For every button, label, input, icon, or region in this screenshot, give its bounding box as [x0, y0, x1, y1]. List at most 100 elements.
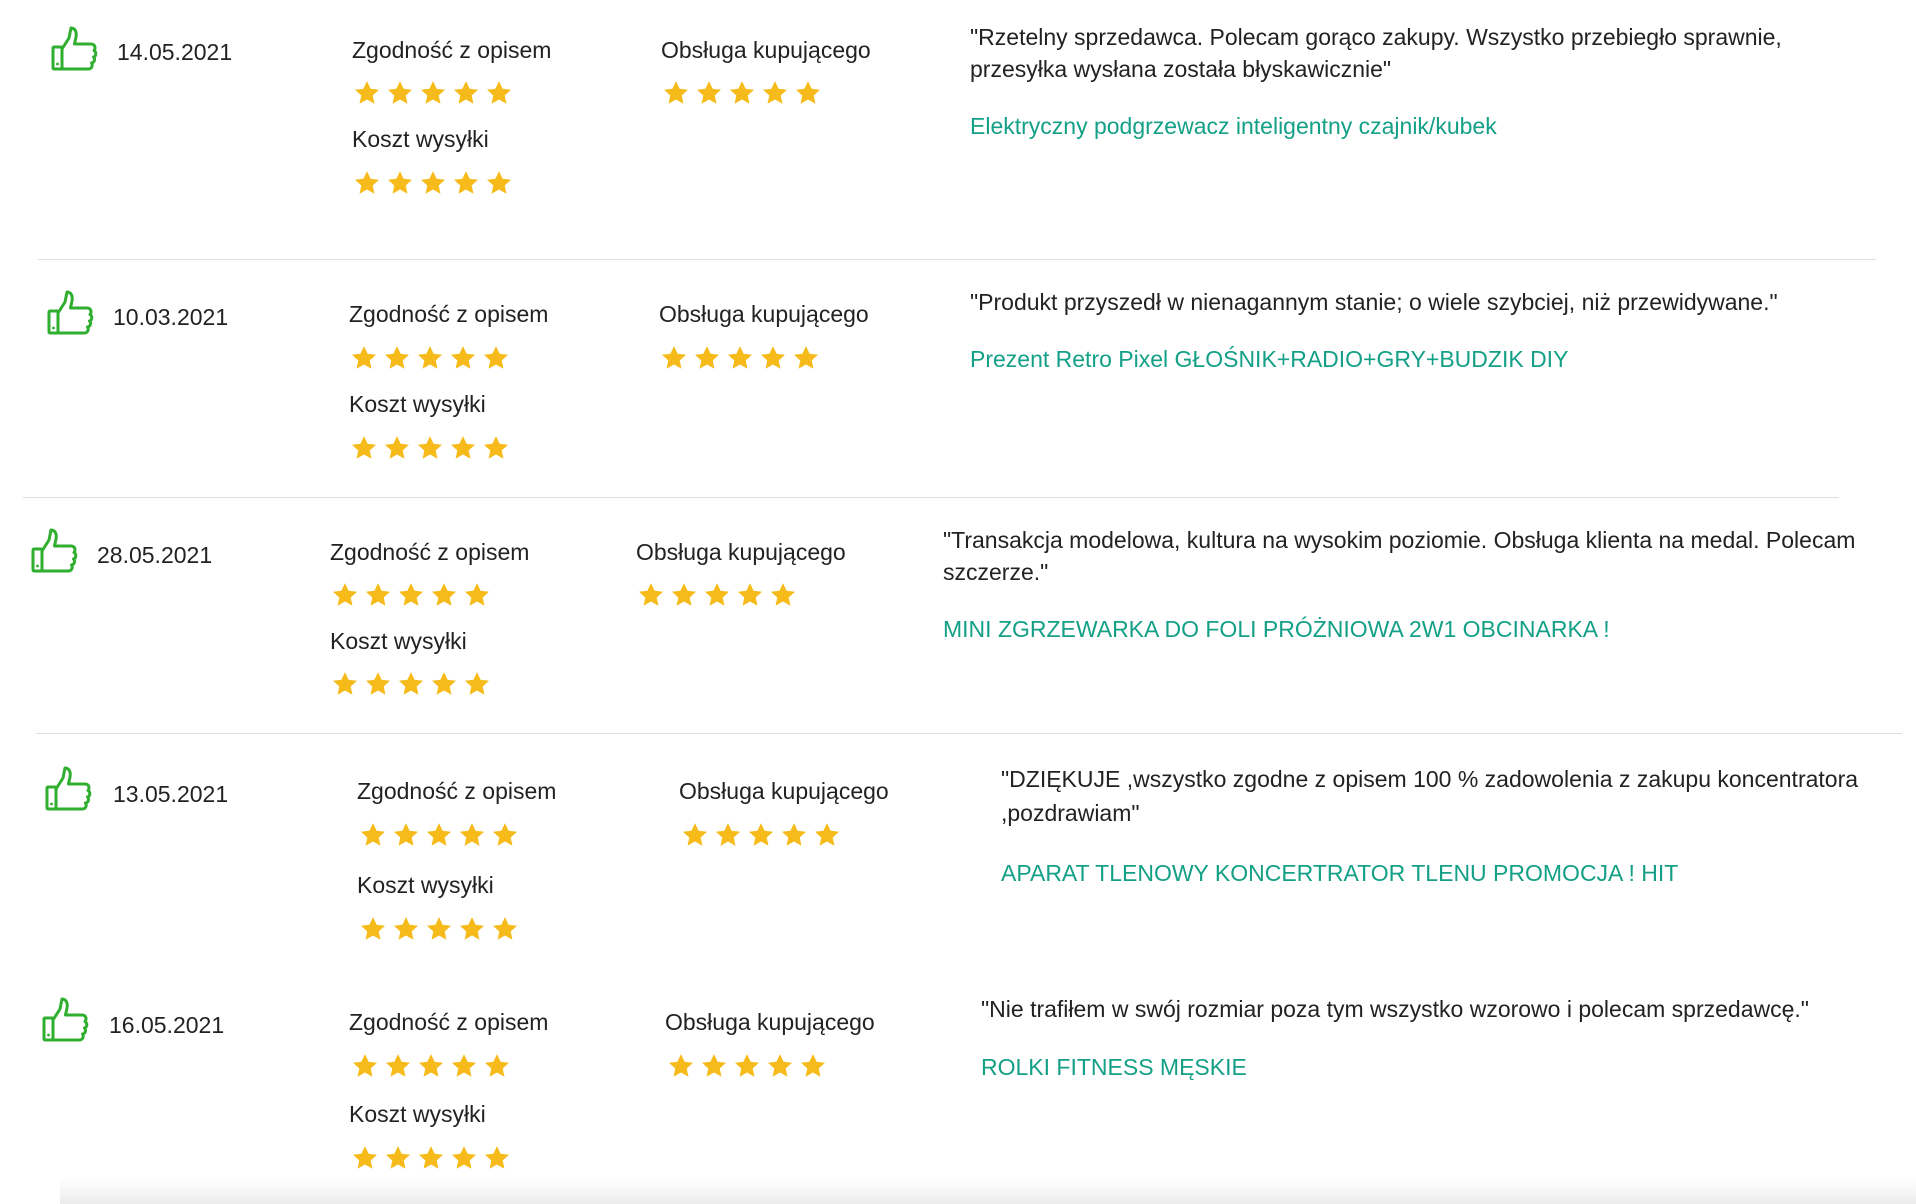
shipping-cost-label: Koszt wysyłki [349, 391, 486, 417]
shipping-cost-label: Koszt wysyłki [352, 126, 489, 152]
star-icon [350, 344, 378, 372]
star-icon [483, 1144, 511, 1172]
star-icon [482, 434, 510, 462]
star-icon [662, 79, 690, 107]
star-icon [458, 915, 486, 943]
star-icon [463, 670, 491, 698]
thumb-up-icon [44, 764, 94, 814]
star-icon [331, 670, 359, 698]
star-icon [351, 1052, 379, 1080]
star-icon [761, 79, 789, 107]
description-match-stars [353, 79, 518, 111]
star-icon [425, 915, 453, 943]
star-icon [353, 79, 381, 107]
star-icon [359, 915, 387, 943]
review-date: 10.03.2021 [113, 304, 229, 330]
star-icon [813, 821, 841, 849]
star-icon [736, 581, 764, 609]
shipping-cost-stars [353, 169, 518, 201]
shipping-cost-stars [351, 1144, 516, 1176]
star-icon [483, 1052, 511, 1080]
star-icon [695, 79, 723, 107]
star-icon [693, 344, 721, 372]
star-icon [700, 1052, 728, 1080]
customer-service-stars [660, 344, 825, 376]
customer-service-stars [662, 79, 827, 111]
star-icon [392, 821, 420, 849]
review-comment: "DZIĘKUJE ,wszystko zgodne z opisem 100 … [1001, 766, 1859, 826]
review-date: 13.05.2021 [113, 781, 229, 807]
product-link[interactable]: APARAT TLENOWY KONCERTRATOR TLENU PROMOC… [1001, 860, 1678, 887]
description-match-label: Zgodność z opisem [349, 1009, 549, 1035]
thumb-up-icon [46, 288, 96, 338]
review-comment: "Nie trafiłem w swój rozmiar poza tym ws… [981, 996, 1809, 1022]
star-icon [733, 1052, 761, 1080]
review-date: 14.05.2021 [117, 39, 233, 65]
star-icon [383, 434, 411, 462]
customer-service-label: Obsługa kupującego [679, 778, 889, 804]
star-icon [452, 79, 480, 107]
shipping-cost-stars [331, 670, 496, 702]
star-icon [364, 581, 392, 609]
description-match-label: Zgodność z opisem [352, 37, 552, 63]
description-match-label: Zgodność z opisem [357, 778, 557, 804]
star-icon [449, 344, 477, 372]
star-icon [766, 1052, 794, 1080]
star-icon [397, 670, 425, 698]
star-icon [458, 821, 486, 849]
star-icon [769, 581, 797, 609]
star-icon [359, 821, 387, 849]
product-link[interactable]: Prezent Retro Pixel GŁOŚNIK+RADIO+GRY+BU… [970, 346, 1568, 373]
star-icon [482, 344, 510, 372]
star-icon [485, 169, 513, 197]
star-icon [794, 79, 822, 107]
star-icon [660, 344, 688, 372]
star-icon [728, 79, 756, 107]
customer-service-label: Obsługa kupującego [636, 539, 846, 565]
scroll-fade [60, 1178, 1916, 1204]
customer-service-label: Obsługa kupującego [659, 301, 869, 327]
review-comment: "Produkt przyszedł w nienagannym stanie;… [970, 289, 1778, 315]
star-icon [463, 581, 491, 609]
description-match-stars [331, 581, 496, 613]
star-icon [759, 344, 787, 372]
star-icon [681, 821, 709, 849]
shipping-cost-stars [350, 434, 515, 466]
product-link[interactable]: MINI ZGRZEWARKA DO FOLI PRÓŻNIOWA 2W1 OB… [943, 616, 1610, 643]
star-icon [416, 344, 444, 372]
product-link[interactable]: Elektryczny podgrzewacz inteligentny cza… [970, 113, 1497, 140]
shipping-cost-label: Koszt wysyłki [349, 1101, 486, 1127]
review-date: 16.05.2021 [109, 1012, 225, 1038]
star-icon [386, 79, 414, 107]
star-icon [430, 670, 458, 698]
review-comment: "Rzetelny sprzedawca. Polecam gorąco zak… [970, 24, 1782, 82]
star-icon [419, 169, 447, 197]
star-icon [364, 670, 392, 698]
star-icon [419, 79, 447, 107]
star-icon [726, 344, 754, 372]
star-icon [450, 1144, 478, 1172]
thumb-up-icon [50, 24, 100, 74]
star-icon [351, 1144, 379, 1172]
star-icon [792, 344, 820, 372]
thumb-up-icon [30, 526, 80, 576]
product-link[interactable]: ROLKI FITNESS MĘSKIE [981, 1054, 1247, 1081]
customer-service-stars [637, 581, 802, 613]
star-icon [392, 915, 420, 943]
description-match-label: Zgodność z opisem [349, 301, 549, 327]
shipping-cost-label: Koszt wysyłki [330, 628, 467, 654]
star-icon [747, 821, 775, 849]
star-icon [331, 581, 359, 609]
star-icon [353, 169, 381, 197]
shipping-cost-stars [359, 915, 524, 947]
review-date: 28.05.2021 [97, 542, 213, 568]
star-icon [449, 434, 477, 462]
star-icon [425, 821, 453, 849]
star-icon [397, 581, 425, 609]
star-icon [417, 1052, 445, 1080]
star-icon [384, 1052, 412, 1080]
review-divider [36, 733, 1902, 734]
star-icon [670, 581, 698, 609]
star-icon [383, 344, 411, 372]
star-icon [350, 434, 378, 462]
